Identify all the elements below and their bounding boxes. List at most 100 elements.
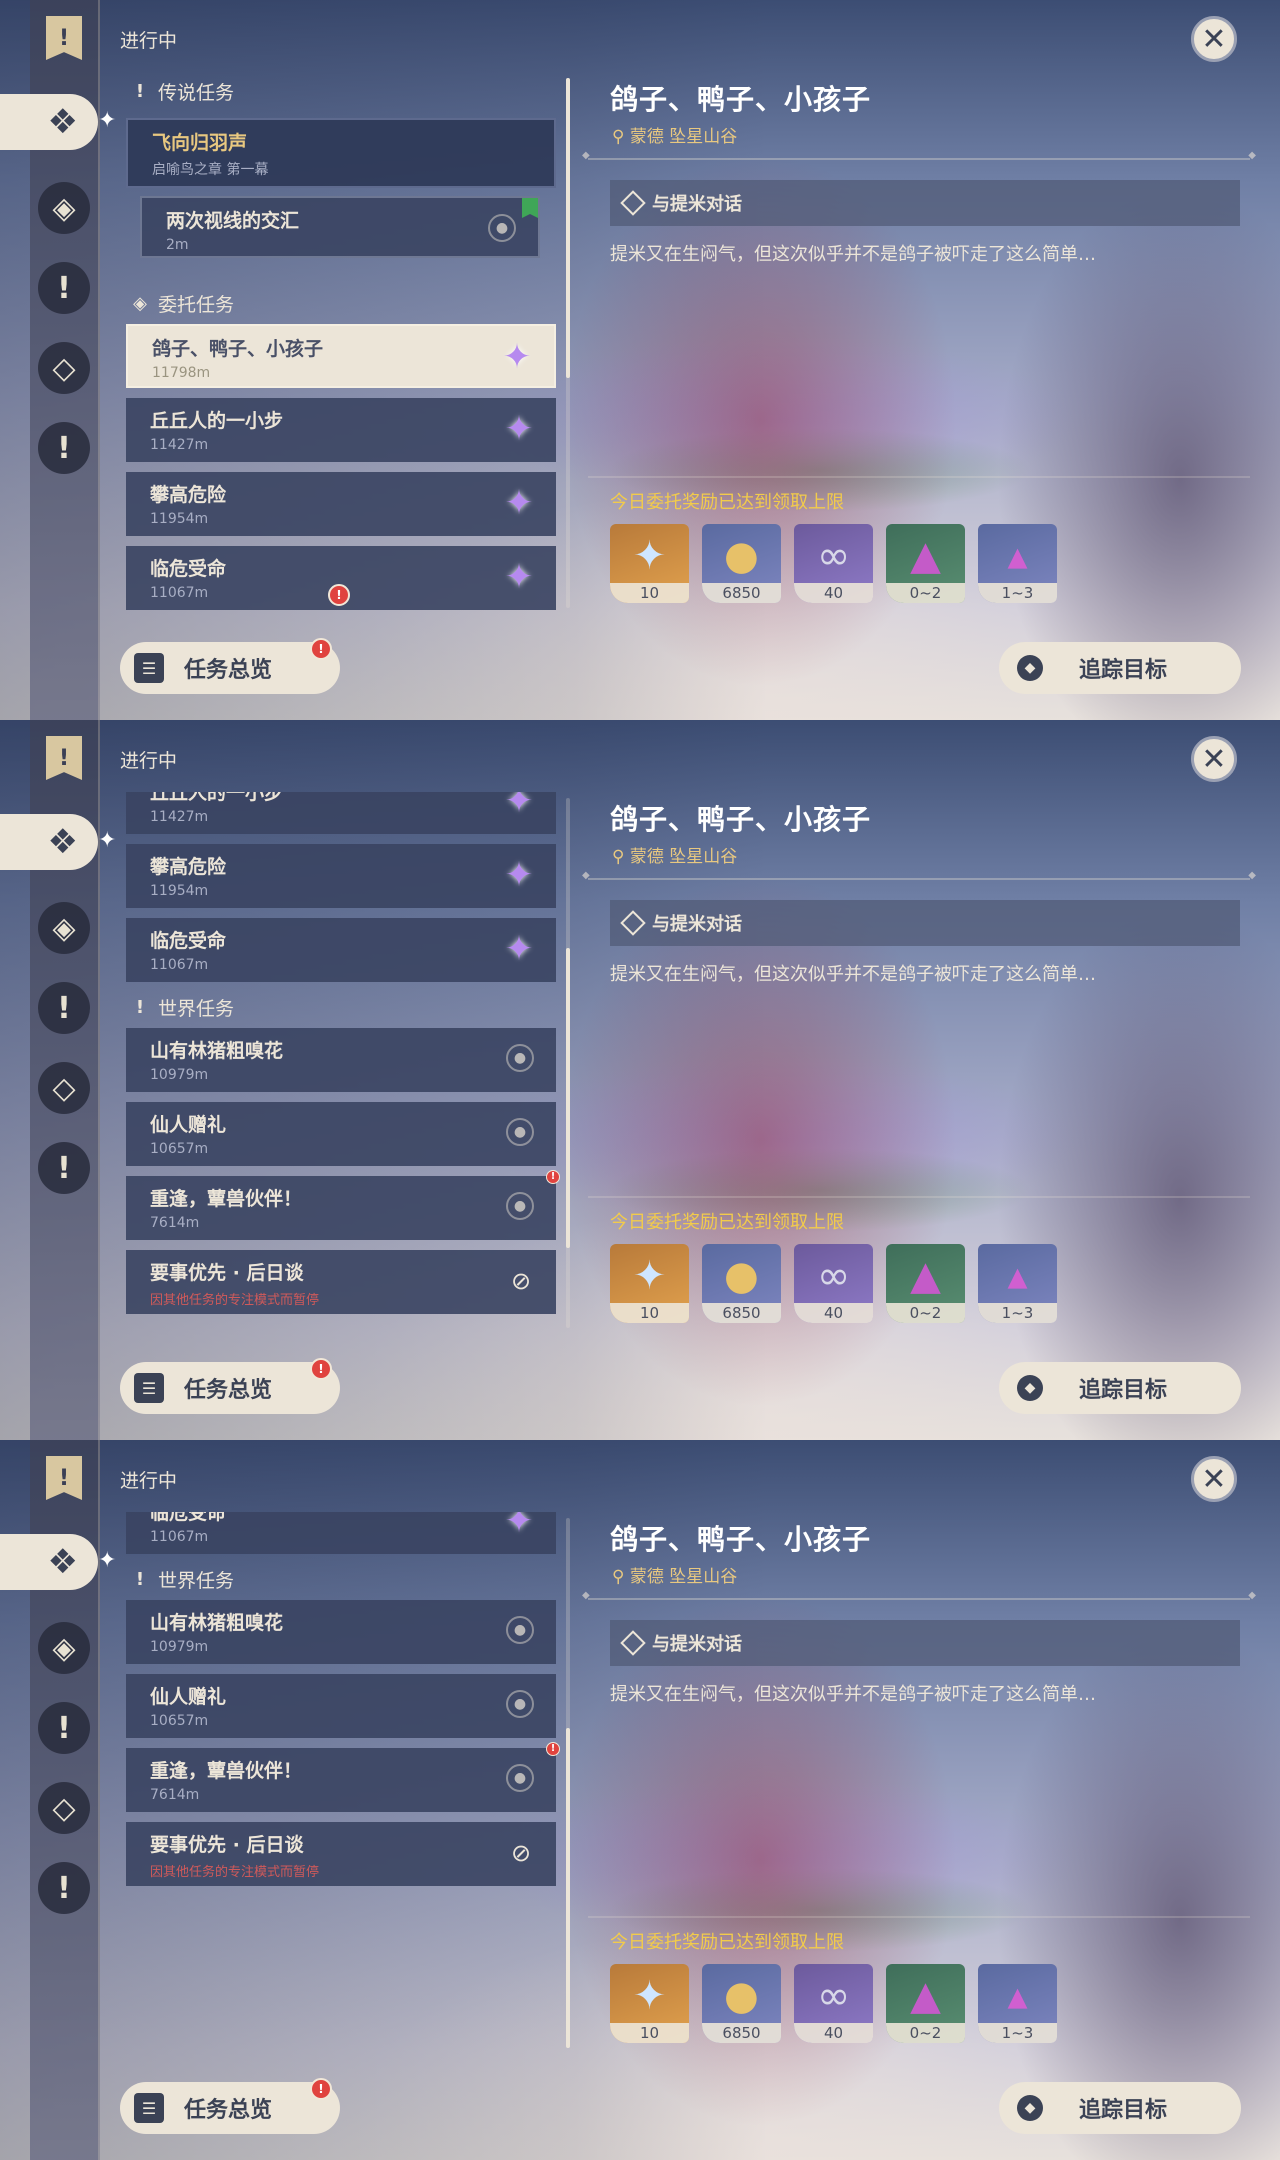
reward-item[interactable]: ● 6850	[702, 1964, 781, 2043]
nav-world-quests-icon[interactable]: !	[38, 1142, 90, 1194]
location-pin-icon: ⚲	[612, 1567, 625, 1587]
quest-list[interactable]: ! 传说任务 飞向归羽声 启喻鸟之章 第一幕 两次视线的交汇 2m ● ◈ 委托…	[118, 72, 564, 610]
section-header-legend: ! 传说任务	[132, 78, 234, 105]
quest-book-icon: ☰	[134, 653, 164, 683]
reward-item[interactable]: ✦ 10	[610, 524, 689, 603]
reward-list: ✦ 10 ● 6850 ∞ 40 ▲ 0~2 ▴ 1~3	[610, 1964, 1057, 2043]
quest-book-icon: ☰	[134, 2093, 164, 2123]
scrollbar[interactable]	[566, 1518, 570, 2048]
quest-objective: 与提米对话	[610, 900, 1240, 946]
reward-item[interactable]: ▴ 1~3	[978, 1964, 1057, 2043]
reward-item[interactable]: ▲ 0~2	[886, 524, 965, 603]
quest-card[interactable]: 山有林猪粗嗅花 10979m ●	[126, 1600, 556, 1664]
section-header-label: 委托任务	[158, 294, 235, 316]
quest-overview-button[interactable]: ☰ 任务总览 !	[120, 2078, 340, 2134]
reward-item[interactable]: ● 6850	[702, 524, 781, 603]
quest-card-paused[interactable]: 要事优先 · 后日谈 因其他任务的专注模式而暂停 ⊘	[126, 1822, 556, 1886]
quest-distance: 7614m	[150, 1787, 200, 1803]
reward-item[interactable]: ▲ 0~2	[886, 1244, 965, 1323]
quest-title: 丘丘人的一小步	[150, 792, 284, 804]
divider	[588, 1196, 1250, 1198]
reward-list: ✦ 10 ● 6850 ∞ 40 ▲ 0~2 ▴ 1~3	[610, 524, 1057, 603]
nav-world-quests-icon[interactable]: !	[38, 422, 90, 474]
quest-location-text: 蒙德 坠星山谷	[629, 847, 738, 867]
sparkle-icon: ✦	[98, 828, 117, 853]
quest-overview-button[interactable]: ☰ 任务总览 !	[120, 638, 340, 694]
nav-commission-quests-icon[interactable]: ◇	[38, 1062, 90, 1114]
reward-item[interactable]: ● 6850	[702, 1244, 781, 1323]
crystal-chunk-icon: ▴	[1007, 1253, 1028, 1299]
scrollbar[interactable]	[566, 78, 570, 608]
daily-commission-icon: ✦	[504, 483, 534, 523]
quest-card[interactable]: 重逢，蕈兽伙伴！ 7614m ● !	[126, 1742, 560, 1812]
quest-list[interactable]: 临危受命 11067m ✦ ! 世界任务 山有林猪粗嗅花 10979m ● 仙人…	[118, 1512, 564, 2050]
quest-card[interactable]: 丘丘人的一小步 11427m ✦	[126, 398, 556, 462]
quest-card[interactable]: 重逢，蕈兽伙伴！ 7614m ● !	[126, 1170, 560, 1240]
quest-card[interactable]: 两次视线的交汇 2m ●	[140, 196, 540, 258]
nav-all-quests-active[interactable]: ❖	[0, 94, 98, 150]
quest-card[interactable]: 丘丘人的一小步 11427m ✦	[126, 792, 556, 834]
reward-item[interactable]: ∞ 40	[794, 524, 873, 603]
quest-card-selected[interactable]: 鸽子、鸭子、小孩子 11798m ✦	[126, 324, 556, 388]
scrollbar[interactable]	[566, 798, 570, 1328]
quest-panel-1: ! ❖ ✦ ◈ ! ◇ ! 进行中 ✕ ! 传说任务 飞向归羽声 启喻鸟之章 第…	[0, 0, 1280, 720]
quest-location-text: 蒙德 坠星山谷	[629, 127, 738, 147]
reward-item[interactable]: ▲ 0~2	[886, 1964, 965, 2043]
reward-item[interactable]: ✦ 10	[610, 1244, 689, 1323]
exclamation-icon: !	[135, 81, 145, 102]
quest-title: 要事优先 · 后日谈	[150, 1834, 304, 1856]
objective-diamond-icon	[620, 1630, 646, 1656]
scrollbar-thumb[interactable]	[566, 948, 570, 1248]
notification-badge: !	[310, 638, 332, 660]
reward-item[interactable]: ▴ 1~3	[978, 1244, 1057, 1323]
quest-card[interactable]: 攀高危险 11954m ✦	[126, 472, 556, 536]
notification-badge: !	[310, 2078, 332, 2100]
quest-card[interactable]: 仙人赠礼 10657m ●	[126, 1102, 556, 1166]
nav-world-quests-icon[interactable]: !	[38, 1862, 90, 1914]
reward-item[interactable]: ✦ 10	[610, 1964, 689, 2043]
quest-detail: 鸽子、鸭子、小孩子 ⚲ 蒙德 坠星山谷 与提米对话 提米又在生闷气，但这次似乎并…	[582, 720, 1256, 1440]
quest-title: 山有林猪粗嗅花	[150, 1040, 284, 1062]
reward-count: 0~2	[886, 2023, 965, 2043]
quest-card[interactable]: 山有林猪粗嗅花 10979m ●	[126, 1028, 556, 1092]
quest-location: ⚲ 蒙德 坠星山谷	[612, 1562, 737, 1587]
reward-count: 1~3	[978, 2023, 1057, 2043]
nav-archon-quests-icon[interactable]: ◈	[38, 182, 90, 234]
crystal-ore-icon: ▲	[910, 1973, 941, 2019]
nav-archon-quests-icon[interactable]: ◈	[38, 1622, 90, 1674]
quest-list[interactable]: 丘丘人的一小步 11427m ✦ 攀高危险 11954m ✦ 临危受命 1106…	[118, 792, 564, 1330]
quest-card[interactable]: 仙人赠礼 10657m ●	[126, 1674, 556, 1738]
primogem-icon: ✦	[632, 1973, 667, 2019]
exclamation-icon: !	[135, 997, 145, 1018]
reward-item[interactable]: ∞ 40	[794, 1964, 873, 2043]
quest-description: 提米又在生闷气，但这次似乎并不是鸽子被吓走了这么简单…	[610, 964, 1096, 985]
scrollbar-thumb[interactable]	[566, 78, 570, 378]
divider	[582, 1590, 1256, 1601]
objective-text: 与提米对话	[652, 1634, 742, 1655]
location-pin-icon: ●	[506, 1690, 534, 1718]
daily-commission-icon: ✦	[504, 855, 534, 895]
nav-all-quests-active[interactable]: ❖	[0, 814, 98, 870]
nav-archon-quests-icon[interactable]: ◈	[38, 902, 90, 954]
quest-description: 提米又在生闷气，但这次似乎并不是鸽子被吓走了这么简单…	[610, 1684, 1096, 1705]
quest-card[interactable]: 攀高危险 11954m ✦	[126, 844, 556, 908]
quest-card[interactable]: 飞向归羽声 启喻鸟之章 第一幕	[126, 118, 556, 188]
nav-story-quests-icon[interactable]: !	[38, 1702, 90, 1754]
reward-count: 0~2	[886, 1303, 965, 1323]
nav-commission-quests-icon[interactable]: ◇	[38, 342, 90, 394]
nav-commission-quests-icon[interactable]: ◇	[38, 1782, 90, 1834]
reward-item[interactable]: ▴ 1~3	[978, 524, 1057, 603]
reward-item[interactable]: ∞ 40	[794, 1244, 873, 1323]
nav-story-quests-icon[interactable]: !	[38, 982, 90, 1034]
nav-story-quests-icon[interactable]: !	[38, 262, 90, 314]
scrollbar-thumb[interactable]	[566, 1728, 570, 2048]
quest-title: 重逢，蕈兽伙伴！	[150, 1188, 303, 1210]
quest-overview-button[interactable]: ☰ 任务总览 !	[120, 1358, 340, 1414]
section-header-world: ! 世界任务	[132, 994, 234, 1021]
nav-all-quests-active[interactable]: ❖	[0, 1534, 98, 1590]
quest-card[interactable]: 临危受命 11067m ✦	[126, 918, 556, 982]
daily-commission-icon: ✦	[502, 337, 532, 377]
quest-distance: 10979m	[150, 1067, 209, 1083]
quest-card[interactable]: 临危受命 11067m ✦	[126, 1512, 556, 1554]
quest-card-paused[interactable]: 要事优先 · 后日谈 因其他任务的专注模式而暂停 ⊘	[126, 1250, 556, 1314]
